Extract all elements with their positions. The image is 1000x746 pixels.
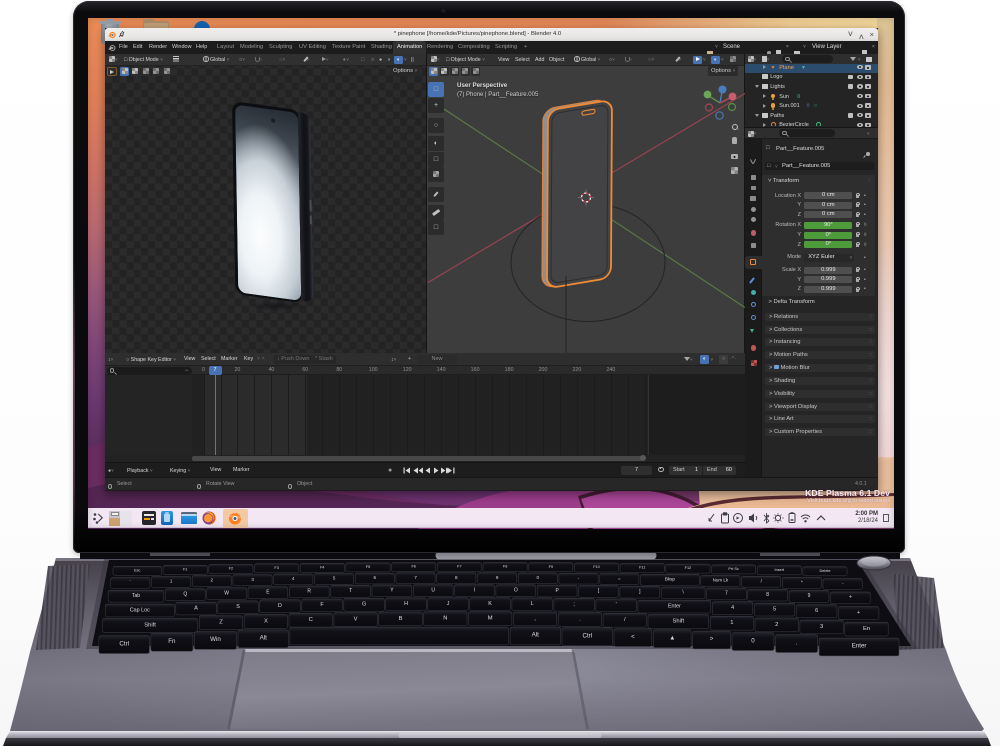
svg-text:Shift: Shift xyxy=(144,622,156,628)
svg-text:I: I xyxy=(474,587,475,593)
svg-text:G: G xyxy=(362,602,366,608)
svg-text:Shift: Shift xyxy=(672,618,684,624)
svg-text:+: + xyxy=(849,595,852,601)
svg-text:W: W xyxy=(224,590,229,596)
svg-text:Fn: Fn xyxy=(168,638,176,645)
svg-text:F12: F12 xyxy=(685,566,692,570)
svg-text:Z: Z xyxy=(219,620,223,626)
svg-text:H: H xyxy=(404,601,408,607)
svg-text:Tab: Tab xyxy=(132,593,140,599)
svg-text:Esc: Esc xyxy=(134,568,140,572)
svg-text:O: O xyxy=(514,588,518,594)
svg-text:F7: F7 xyxy=(457,565,461,569)
svg-text:L: L xyxy=(531,601,534,607)
svg-text:7: 7 xyxy=(725,591,728,597)
svg-text:Enter: Enter xyxy=(852,643,867,650)
svg-text:5: 5 xyxy=(773,606,776,612)
svg-text:F3: F3 xyxy=(274,566,278,570)
svg-text:T: T xyxy=(349,588,352,594)
svg-text:S: S xyxy=(236,604,240,610)
svg-text:Num Lk: Num Lk xyxy=(713,578,729,583)
svg-text:F4: F4 xyxy=(320,565,324,569)
svg-text:J: J xyxy=(447,601,450,607)
svg-text:F10: F10 xyxy=(593,565,600,569)
svg-text:Bksp: Bksp xyxy=(665,577,676,582)
svg-text:F11: F11 xyxy=(639,566,645,570)
svg-text:N: N xyxy=(443,616,447,622)
svg-text:9: 9 xyxy=(808,593,811,599)
svg-text:Ctrl: Ctrl xyxy=(582,632,592,639)
svg-text:Prt Sc: Prt Sc xyxy=(728,567,738,571)
svg-text:Cap Loc: Cap Loc xyxy=(130,607,150,613)
svg-text:2: 2 xyxy=(775,622,778,628)
svg-text:K: K xyxy=(488,601,492,607)
svg-text:A: A xyxy=(194,605,198,611)
svg-text:V: V xyxy=(354,616,358,622)
svg-text:F2: F2 xyxy=(229,567,233,571)
svg-text:=: = xyxy=(618,576,621,581)
svg-text:Alt: Alt xyxy=(532,632,540,639)
svg-text:F1: F1 xyxy=(183,567,187,571)
svg-text:F9: F9 xyxy=(549,565,553,569)
svg-text:En: En xyxy=(863,626,870,632)
svg-text:X: X xyxy=(264,618,268,624)
svg-text:F6: F6 xyxy=(411,565,415,569)
svg-text:8: 8 xyxy=(766,592,769,598)
svg-text:Win: Win xyxy=(210,636,221,643)
svg-text:F8: F8 xyxy=(503,565,507,569)
svg-text:4: 4 xyxy=(731,605,734,611)
svg-text:Ctrl: Ctrl xyxy=(119,640,129,647)
svg-text:1: 1 xyxy=(730,620,733,626)
svg-text:6: 6 xyxy=(815,608,818,614)
svg-text:B: B xyxy=(399,616,403,622)
svg-text:Insert: Insert xyxy=(775,568,785,572)
svg-text:C: C xyxy=(309,617,313,623)
svg-text:3: 3 xyxy=(820,624,823,630)
svg-text:0: 0 xyxy=(751,637,755,644)
svg-text:▲: ▲ xyxy=(669,634,675,641)
svg-text:D: D xyxy=(278,603,282,609)
svg-text:M: M xyxy=(488,616,493,622)
svg-text:*: * xyxy=(801,580,803,585)
svg-text:>: > xyxy=(710,636,714,643)
svg-text:': ' xyxy=(616,602,617,608)
svg-text:<: < xyxy=(631,633,635,640)
svg-text:F5: F5 xyxy=(366,565,370,569)
svg-text:+: + xyxy=(857,610,860,616)
svg-text:Delete: Delete xyxy=(820,569,831,573)
svg-text:Q: Q xyxy=(183,592,187,598)
svg-text:U: U xyxy=(431,588,435,594)
svg-text:.: . xyxy=(796,639,798,646)
svg-text:Alt: Alt xyxy=(260,635,268,642)
svg-text:R: R xyxy=(307,589,311,595)
svg-text:Enter: Enter xyxy=(668,603,681,609)
